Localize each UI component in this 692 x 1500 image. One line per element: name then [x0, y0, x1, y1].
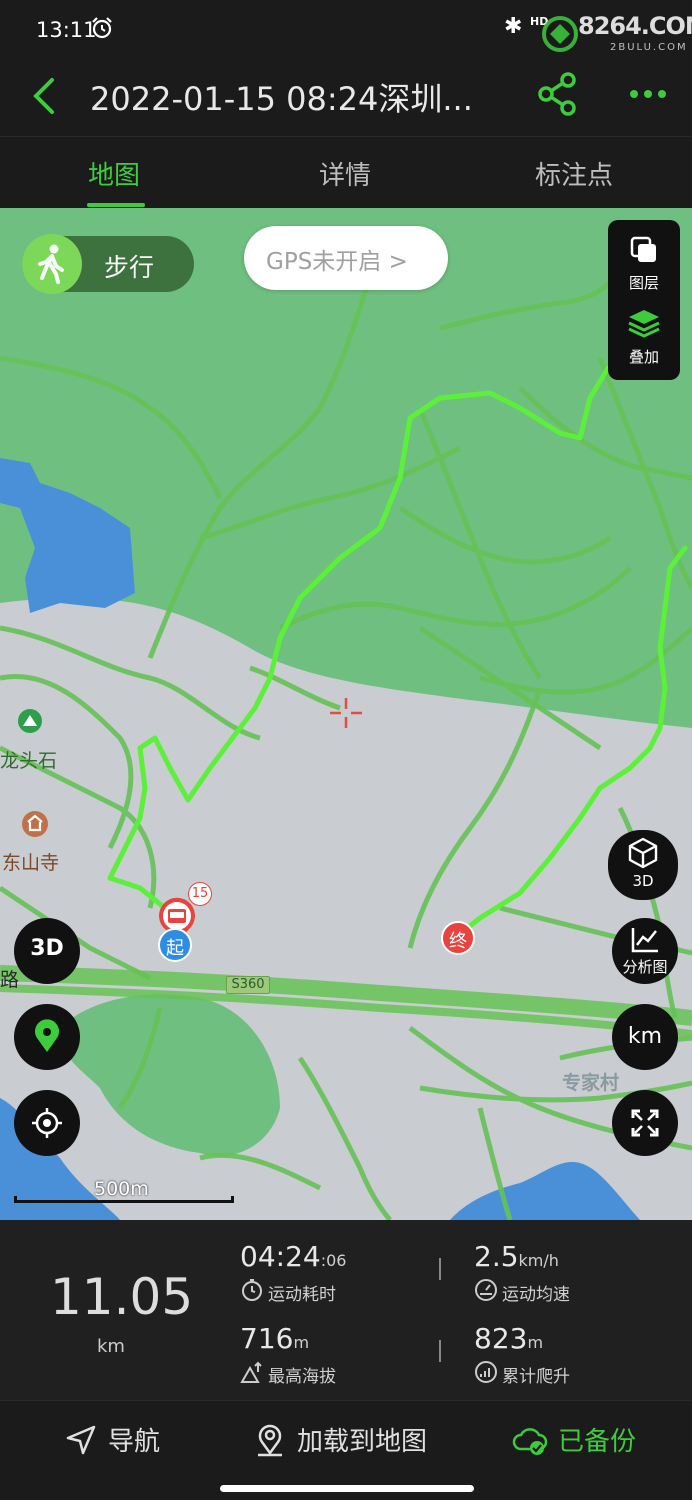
- end-marker[interactable]: 终: [441, 921, 475, 955]
- stats-panel: 11.05 km 04:24:06 运动耗时 2.5km/h 运动均速 716m…: [0, 1220, 692, 1400]
- bottom-action-bar: 导航 加载到地图 已备份: [0, 1400, 692, 1500]
- watermark-logo: 8264.COM 2BULU.COM: [540, 10, 692, 58]
- stopwatch-icon: [242, 1279, 262, 1301]
- unit-km-label: km: [627, 1024, 663, 1049]
- max-altitude-unit: m: [293, 1333, 310, 1352]
- tab-map[interactable]: 地图: [88, 155, 140, 192]
- overlay-label: 叠加: [628, 348, 659, 366]
- watermark-subtext: 2BULU.COM: [610, 42, 688, 53]
- backup-status-label: 已备份: [558, 1427, 637, 1457]
- home-indicator[interactable]: [220, 1485, 474, 1492]
- terrain-3d-label: 3D: [30, 936, 64, 961]
- mountain-poi-icon: [18, 709, 42, 733]
- top-bar: 2022-01-15 08:24深圳...: [0, 62, 692, 136]
- footprint-button[interactable]: [14, 1004, 80, 1070]
- load-to-map-button[interactable]: 加载到地图: [254, 1421, 444, 1461]
- temple-poi-icon: [22, 811, 48, 837]
- layers-button[interactable]: 图层: [608, 230, 680, 300]
- layers-icon: [630, 236, 656, 262]
- road-badge-s360: S360: [226, 976, 270, 994]
- view-3d-button[interactable]: 3D: [608, 830, 678, 900]
- stat-max-altitude: 716m 最高海拔: [240, 1322, 336, 1387]
- terrain-3d-button[interactable]: 3D: [14, 918, 80, 984]
- mode-label: 步行: [104, 253, 155, 282]
- load-to-map-label: 加载到地图: [297, 1427, 428, 1457]
- page-title: 2022-01-15 08:24深圳...: [90, 80, 473, 118]
- climb-label: 累计爬升: [502, 1367, 570, 1387]
- fullscreen-button[interactable]: [612, 1090, 678, 1156]
- place-label-longtoushi: 龙头石: [0, 750, 58, 772]
- map-pin-icon: [258, 1424, 282, 1457]
- tab-waypoints[interactable]: 标注点: [535, 155, 613, 192]
- speedometer-icon: [475, 1279, 497, 1301]
- layer-panel: 图层 叠加: [608, 220, 680, 380]
- stat-total-climb: 823m 累计爬升: [474, 1322, 570, 1387]
- cube-icon: [628, 837, 658, 869]
- fullscreen-icon: [631, 1109, 659, 1137]
- navigation-arrow-icon: [66, 1425, 96, 1455]
- climb-icon: [475, 1361, 497, 1383]
- photo-count-badge: 15: [188, 882, 212, 906]
- navigate-label: 导航: [108, 1427, 161, 1457]
- more-options-icon[interactable]: [624, 70, 672, 118]
- stat-avg-speed: 2.5km/h 运动均速: [474, 1240, 570, 1305]
- distance-value: 11.05: [50, 1268, 194, 1326]
- footprint-pin-icon: [35, 1019, 59, 1052]
- back-arrow-icon[interactable]: [26, 72, 66, 120]
- tab-details[interactable]: 详情: [319, 155, 371, 192]
- gps-status-button[interactable]: GPS未开启 >: [244, 226, 448, 290]
- tab-bar: 地图 详情 标注点: [0, 136, 692, 208]
- navigate-button[interactable]: 导航: [64, 1421, 174, 1461]
- analysis-chart-button[interactable]: 分析图: [612, 918, 678, 984]
- place-label-road: 路: [0, 969, 20, 991]
- active-tab-indicator: [87, 203, 145, 207]
- view-3d-label: 3D: [632, 872, 654, 890]
- photo-count-text: 15: [191, 886, 209, 901]
- place-label-zhuanjiacun: 专家村: [562, 1072, 620, 1094]
- analysis-chart-label: 分析图: [622, 958, 668, 976]
- locate-me-button[interactable]: [14, 1090, 80, 1156]
- max-altitude-value: 716: [240, 1322, 294, 1355]
- mountain-peak-icon: [240, 1361, 262, 1383]
- climb-value: 823: [474, 1322, 528, 1355]
- crosshair-icon: [330, 698, 362, 728]
- speed-value: 2.5: [474, 1240, 519, 1273]
- share-icon[interactable]: [534, 70, 582, 118]
- overlay-stack-icon: [628, 310, 660, 338]
- max-altitude-label: 最高海拔: [268, 1367, 336, 1387]
- locate-icon: [32, 1108, 62, 1138]
- speed-label: 运动均速: [502, 1285, 570, 1305]
- backup-status-button[interactable]: 已备份: [512, 1421, 642, 1461]
- stat-divider: [439, 1258, 441, 1280]
- walking-icon: [22, 234, 82, 294]
- start-marker[interactable]: 起: [158, 928, 192, 962]
- duration-label: 运动耗时: [268, 1285, 336, 1305]
- start-marker-text: 起: [166, 938, 184, 959]
- duration-seconds: :06: [320, 1251, 347, 1270]
- end-marker-text: 终: [449, 931, 467, 952]
- stat-duration: 04:24:06 运动耗时: [240, 1240, 347, 1305]
- status-time: 13:11: [36, 18, 97, 42]
- distance-unit: km: [97, 1336, 125, 1357]
- unit-km-button[interactable]: km: [612, 1004, 678, 1070]
- bluetooth-icon: ✱: [504, 14, 523, 39]
- scale-bar: [14, 1196, 234, 1203]
- line-chart-icon: [631, 928, 658, 953]
- mode-selector-walk[interactable]: 步行: [22, 234, 194, 294]
- map-view[interactable]: 步行 GPS未开启 > 图层 叠加 龙头石 东山寺 专家村 路 S360 15 …: [0, 208, 692, 1220]
- speed-unit: km/h: [518, 1251, 559, 1270]
- cloud-check-icon: [512, 1428, 548, 1455]
- place-label-dongshansi: 东山寺: [2, 852, 60, 874]
- climb-unit: m: [527, 1333, 544, 1352]
- status-bar: 13:11 ✱ HD 8264.COM 2BULU.COM: [0, 0, 692, 62]
- layers-label: 图层: [628, 274, 659, 292]
- overlay-button[interactable]: 叠加: [608, 306, 680, 376]
- stat-divider: [439, 1340, 441, 1362]
- gps-status-label: GPS未开启 >: [266, 249, 408, 275]
- alarm-icon: [92, 17, 112, 39]
- map-scale: 500m: [14, 1178, 234, 1208]
- watermark-text: 8264.COM: [578, 12, 692, 40]
- duration-value: 04:24: [240, 1240, 321, 1273]
